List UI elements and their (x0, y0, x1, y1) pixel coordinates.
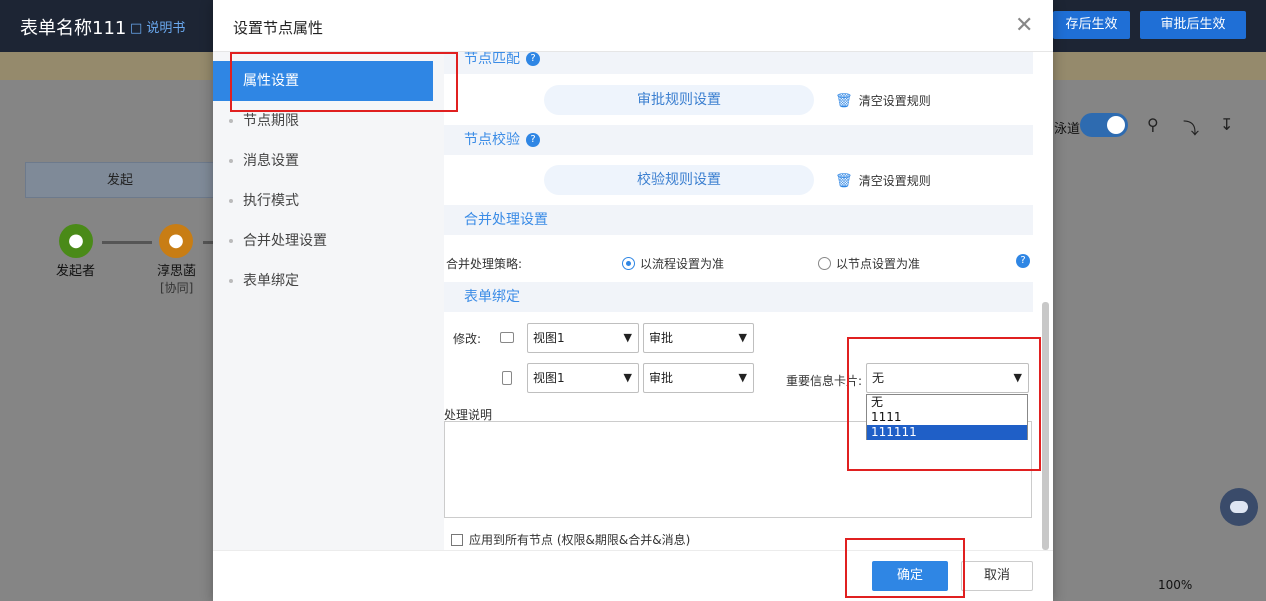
confirm-button[interactable]: 确定 (872, 561, 948, 591)
pc-view-value: 视图1 (533, 331, 565, 345)
dialog-title: 设置节点属性 (233, 19, 324, 37)
chevron-down-icon: ▼ (623, 371, 632, 384)
save-effective-button[interactable]: 存后生效 (1053, 11, 1130, 39)
radio-unchecked (818, 257, 831, 270)
mobile-view-select[interactable]: 视图1 ▼ (527, 363, 639, 393)
node-match-title: 节点匹配 (464, 52, 520, 67)
mobile-mode-select[interactable]: 审批 ▼ (643, 363, 754, 393)
clear-rule-label-2: 清空设置规则 (858, 174, 931, 188)
sidebar-item-messages[interactable]: 消息设置 (213, 141, 444, 181)
sidebar-item-form-bind[interactable]: 表单绑定 (213, 261, 444, 301)
zoom-level: 100% (1158, 578, 1193, 592)
sidebar-item-properties[interactable]: 属性设置 (213, 61, 433, 101)
apply-all-label: 应用到所有节点 (权限&期限&合并&消息) (469, 533, 691, 547)
collaborator-node-icon[interactable]: ● (159, 224, 193, 258)
checkbox-box (451, 534, 463, 546)
info-card-value: 无 (872, 371, 885, 385)
clear-rule-label-1: 清空设置规则 (858, 94, 931, 108)
assistant-bot-icon[interactable] (1220, 488, 1258, 526)
radio-flow-setting[interactable]: 以流程设置为准 (622, 255, 724, 272)
initiator-node-icon[interactable]: ● (59, 224, 93, 258)
dialog-header: 设置节点属性 ✕ (213, 0, 1053, 52)
node-check-title: 节点校验 (464, 132, 520, 148)
form-bind-section: 表单绑定 (444, 282, 1033, 312)
dialog-sidebar: 属性设置 节点期限 消息设置 执行模式 合并处理设置 表单绑定 (213, 52, 444, 550)
dropdown-option[interactable]: 1111 (867, 410, 1027, 425)
mobile-mode-value: 审批 (649, 371, 674, 385)
collaborator-node-label: 淳思菡 (157, 264, 197, 279)
help-icon[interactable]: ? (526, 52, 540, 66)
help-icon[interactable]: ? (526, 133, 540, 147)
flow-connector (102, 241, 152, 244)
chevron-down-icon: ▼ (738, 371, 747, 384)
pc-mode-value: 审批 (649, 331, 674, 345)
swimlane-header: 发起 (25, 162, 215, 198)
clear-rule-button-2[interactable]: 🗑 清空设置规则 (835, 172, 931, 189)
download-icon[interactable]: ↧ (1220, 115, 1233, 134)
help-icon[interactable]: ? (1016, 254, 1030, 268)
form-title: 表单名称111 (20, 18, 127, 39)
check-rule-button[interactable]: 校验规则设置 (544, 165, 814, 195)
scrollbar[interactable] (1042, 302, 1049, 550)
swimlane-toggle-label: 泳道 (1054, 122, 1081, 137)
radio-node-setting[interactable]: 以节点设置为准 (818, 255, 920, 272)
desktop-icon (500, 332, 514, 343)
dropdown-option-selected[interactable]: 111111 (867, 425, 1027, 440)
dialog-content: 节点匹配? 审批规则设置 🗑 清空设置规则 节点校验? 校验规则设置 🗑 清空设置规… (444, 52, 1053, 550)
node-properties-dialog: 设置节点属性 ✕ 属性设置 节点期限 消息设置 执行模式 合并处理设置 表单绑定… (213, 0, 1053, 601)
radio-checked (622, 257, 635, 270)
cancel-button[interactable]: 取消 (961, 561, 1033, 591)
info-card-dropdown-list: 无 1111 111111 (866, 394, 1028, 440)
chevron-down-icon: ▼ (1013, 371, 1022, 384)
chevron-down-icon: ▼ (738, 331, 747, 344)
mobile-view-value: 视图1 (533, 371, 565, 385)
search-icon[interactable]: ⚲ (1147, 115, 1159, 134)
trash-icon: 🗑 (835, 173, 853, 189)
radio-flow-label: 以流程设置为准 (640, 257, 725, 271)
pc-view-select[interactable]: 视图1 ▼ (527, 323, 639, 353)
info-card-label: 重要信息卡片: (786, 374, 863, 388)
apply-all-checkbox[interactable]: 应用到所有节点 (权限&期限&合并&消息) (451, 531, 690, 548)
approval-rule-button[interactable]: 审批规则设置 (544, 85, 814, 115)
dropdown-option[interactable]: 无 (867, 395, 1027, 410)
initiator-node-label: 发起者 (56, 264, 96, 279)
flow-connector-2 (203, 241, 213, 244)
info-card-select[interactable]: 无 ▼ (866, 363, 1029, 393)
help-link-label: 说明书 (146, 21, 186, 36)
merge-title: 合并处理设置 (464, 212, 548, 228)
clear-rule-button-1[interactable]: 🗑 清空设置规则 (835, 92, 931, 109)
modify-label: 修改: (453, 332, 482, 346)
chevron-down-icon: ▼ (623, 331, 632, 344)
pc-mode-select[interactable]: 审批 ▼ (643, 323, 754, 353)
mobile-icon (502, 371, 512, 385)
help-link[interactable]: □ 说明书 (130, 17, 185, 36)
merge-section: 合并处理设置 (444, 205, 1033, 235)
merge-strategy-label: 合并处理策略: (446, 257, 523, 271)
arrange-icon[interactable]: ⤵ (1183, 115, 1199, 139)
node-check-section: 节点校验? (444, 125, 1033, 155)
node-match-section: 节点匹配? (444, 52, 1033, 74)
sidebar-item-merge[interactable]: 合并处理设置 (213, 221, 444, 261)
approve-effective-button[interactable]: 审批后生效 (1140, 11, 1246, 39)
sidebar-item-deadline[interactable]: 节点期限 (213, 101, 444, 141)
swimlane-toggle[interactable] (1080, 113, 1128, 137)
form-bind-title: 表单绑定 (464, 289, 520, 305)
radio-node-label: 以节点设置为准 (836, 257, 921, 271)
trash-icon: 🗑 (835, 93, 853, 109)
collaborator-node-sub: [协同] (160, 281, 194, 295)
sidebar-item-execution[interactable]: 执行模式 (213, 181, 444, 221)
close-icon[interactable]: ✕ (1015, 13, 1033, 38)
